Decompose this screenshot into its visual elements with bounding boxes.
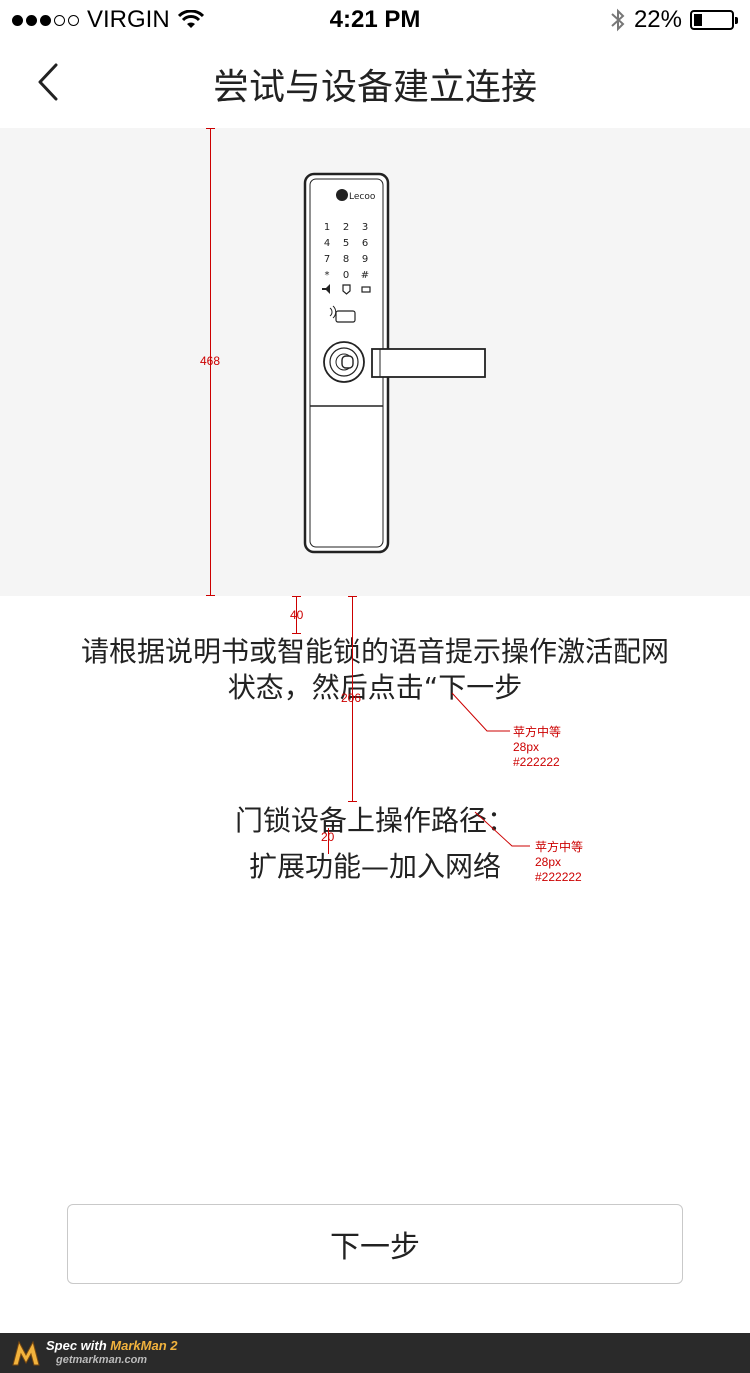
font-note-1: 苹方中等 28px #222222 <box>513 725 562 769</box>
markman-url: getmarkman.com <box>56 1354 148 1366</box>
markman-brand: MarkMan 2 <box>110 1338 178 1353</box>
markman-spec-text: Spec with MarkMan 2 <box>46 1338 178 1353</box>
markman-logo-icon <box>12 1340 40 1366</box>
annotation-leaders <box>451 692 530 847</box>
markman-footer: Spec with MarkMan 2 getmarkman.com <box>0 1333 750 1373</box>
font-note-2: 苹方中等 28px #222222 <box>535 840 584 884</box>
next-step-button[interactable]: 下一步 <box>67 1204 683 1284</box>
